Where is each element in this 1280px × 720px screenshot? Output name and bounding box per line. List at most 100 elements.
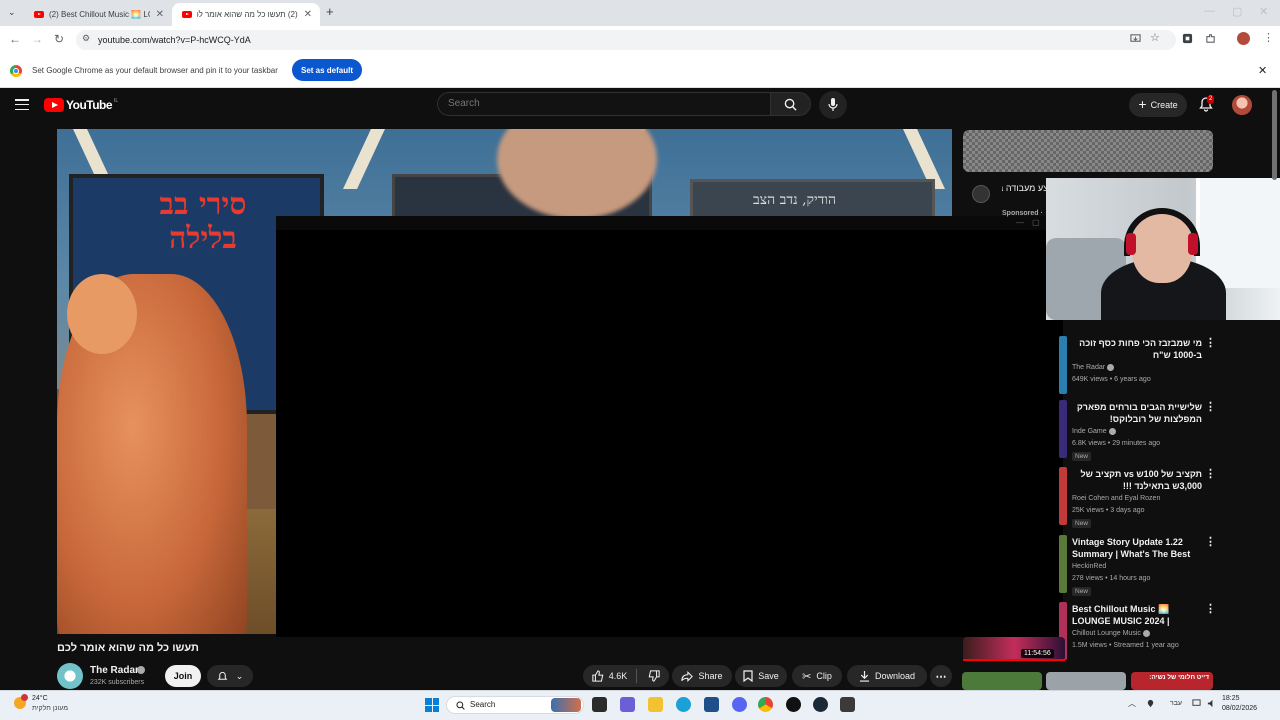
url-text[interactable]: youtube.com/watch?v=P-hcWCQ-YdA (98, 35, 251, 45)
recommendation-meta: 25K views • 3 days ago (1072, 507, 1145, 514)
recommendation-thumbnail[interactable] (1059, 535, 1067, 593)
recommendation-channel[interactable]: The Radar (1072, 362, 1115, 374)
ad-advertiser-avatar[interactable] (972, 185, 990, 203)
set-as-default-button[interactable]: Set as default (292, 59, 362, 81)
subscription-bell-button[interactable]: ⌄ (207, 665, 253, 687)
recommendation-title[interactable]: Vintage Story Update 1.22 Summary | What… (1072, 536, 1202, 560)
minimize-icon[interactable]: — (1204, 5, 1215, 17)
recommendation-channel[interactable]: HeckinRed (1072, 561, 1106, 573)
bookmark-star-icon[interactable]: ☆ (1150, 31, 1160, 44)
recommendation-channel[interactable]: Inde Game (1072, 426, 1116, 438)
channel-avatar[interactable] (57, 663, 83, 689)
overlay-maximize-icon[interactable]: ▢ (1032, 218, 1040, 227)
chrome-logo-icon (10, 65, 22, 77)
create-button[interactable]: + Create (1129, 93, 1187, 117)
poster-text: הודיק, נדב הצב (753, 192, 837, 208)
download-button[interactable]: Download (847, 665, 927, 687)
reload-icon[interactable]: ↻ (54, 32, 64, 46)
more-vert-icon[interactable]: ⋮ (1205, 467, 1216, 480)
more-vert-icon[interactable]: ⋮ (1205, 336, 1216, 349)
recommendation-title[interactable]: מי שמבזבז הכי פחות כסף זוכה ב-1000 ש"ח (1072, 337, 1202, 361)
display-icon[interactable] (1192, 699, 1201, 708)
recommendation-channel[interactable]: Roei Cohen and Eyal Rozen (1072, 493, 1160, 505)
location-icon[interactable] (1146, 699, 1155, 708)
recommendation-meta: 278 views • 14 hours ago (1072, 575, 1151, 582)
weather-temperature[interactable]: 24°C (32, 695, 48, 702)
steam-icon[interactable] (813, 697, 828, 712)
clip-button[interactable]: ✂ Clip (792, 665, 842, 687)
back-icon[interactable]: ← (9, 32, 21, 46)
extension-square-icon[interactable] (1182, 33, 1193, 44)
youtube-logo[interactable]: YouTube IL (44, 98, 118, 112)
channel-name[interactable]: The Radar (90, 665, 139, 676)
search-icon (784, 98, 797, 111)
new-badge: New (1072, 587, 1092, 596)
more-actions-button[interactable]: ⋯ (930, 665, 952, 687)
recommendation-title[interactable]: שלישיית הגבים בורחים מפארק המפלצות של רו… (1072, 401, 1202, 425)
overlay-minimize-icon[interactable]: — (1016, 218, 1024, 227)
weather-description[interactable]: מעונן חלקית (32, 705, 68, 712)
clock-date[interactable]: 08/02/2026 (1222, 705, 1257, 712)
chrome-menu-icon[interactable]: ⋮ (1263, 31, 1274, 44)
join-button[interactable]: Join (165, 665, 201, 687)
shorts-thumbnail[interactable] (1046, 672, 1126, 690)
task-view-icon[interactable] (592, 697, 607, 712)
webcam-overlay (1046, 178, 1280, 320)
chrome-icon[interactable] (758, 697, 773, 712)
maximize-icon[interactable]: ▢ (1232, 5, 1242, 18)
teams-icon[interactable] (620, 697, 635, 712)
recommendation-title[interactable]: תקציב של 100ש vs תקציב של 3,000ש בתאילנד… (1072, 468, 1202, 492)
tray-chevron-up-icon[interactable]: ︿ (1128, 698, 1136, 709)
clock-time[interactable]: 18:25 (1222, 695, 1240, 702)
ad-title[interactable]: צע מעבודה בית בלי בוס (1002, 182, 1048, 194)
like-button[interactable]: 4.6K (592, 670, 627, 682)
file-explorer-icon[interactable] (648, 697, 663, 712)
edge-icon[interactable] (676, 697, 691, 712)
recommendation-thumbnail[interactable] (1059, 336, 1067, 394)
search-input[interactable] (448, 98, 748, 109)
menu-hamburger-icon[interactable] (15, 99, 29, 111)
volume-icon[interactable] (1207, 699, 1216, 708)
dislike-button[interactable] (648, 670, 660, 682)
shorts-thumbnail[interactable] (962, 672, 1042, 690)
voice-search-button[interactable] (819, 91, 847, 119)
save-button[interactable]: Save (735, 665, 787, 687)
discord-icon[interactable] (732, 697, 747, 712)
taskbar-search-label[interactable]: Search (470, 700, 495, 709)
tab-close-icon[interactable]: ✕ (304, 9, 312, 20)
watch-progress-bar (963, 659, 1065, 661)
terminal-icon[interactable] (840, 697, 855, 712)
share-button[interactable]: Share (672, 665, 732, 687)
forward-icon[interactable]: → (31, 32, 43, 46)
input-language[interactable]: עבר (1170, 700, 1182, 707)
close-window-icon[interactable]: ✕ (1259, 5, 1268, 18)
overlay-titlebar[interactable] (276, 216, 1063, 230)
store-icon[interactable] (704, 697, 719, 712)
more-vert-icon[interactable]: ⋮ (1205, 535, 1216, 548)
more-vert-icon[interactable]: ⋮ (1205, 400, 1216, 413)
new-tab-button[interactable]: + (326, 4, 334, 19)
tab-close-icon[interactable]: ✕ (156, 9, 164, 20)
recommendation-thumbnail[interactable] (1059, 400, 1067, 458)
tab-chillout[interactable]: (2) Best Chillout Music 🌅 LOUN ✕ (24, 3, 172, 26)
recommendation-channel[interactable]: Chillout Lounge Music (1072, 628, 1150, 640)
more-vert-icon[interactable]: ⋮ (1205, 602, 1216, 615)
recommendation-thumbnail[interactable] (1059, 467, 1067, 525)
install-app-icon[interactable] (1130, 33, 1141, 44)
search-button[interactable] (771, 92, 811, 116)
ad-thumbnail[interactable] (963, 130, 1213, 172)
extensions-puzzle-icon[interactable] (1205, 33, 1216, 44)
profile-avatar[interactable] (1237, 32, 1250, 45)
page-scrollbar[interactable] (1272, 90, 1277, 180)
account-avatar[interactable] (1232, 95, 1252, 115)
obs-icon[interactable] (786, 697, 801, 712)
taskbar-search-box[interactable] (446, 696, 584, 714)
site-info-icon[interactable]: ⚙ (82, 33, 90, 44)
recommendation-title[interactable]: Best Chillout Music 🌅 LOUNGE MUSIC 2024 … (1072, 603, 1202, 627)
video-title-text: תעשו כל מה שהוא אומר לכם (57, 642, 199, 654)
banner-close-icon[interactable]: ✕ (1258, 64, 1267, 77)
windows-start-icon[interactable] (425, 698, 439, 712)
tab-radar-video[interactable]: (2) תעשו כל מה שהוא אומר לכם ✕ (172, 3, 320, 26)
tab-search-chevron-icon[interactable]: ⌄ (8, 7, 16, 18)
channel-text: Chillout Lounge Music (1072, 630, 1141, 637)
